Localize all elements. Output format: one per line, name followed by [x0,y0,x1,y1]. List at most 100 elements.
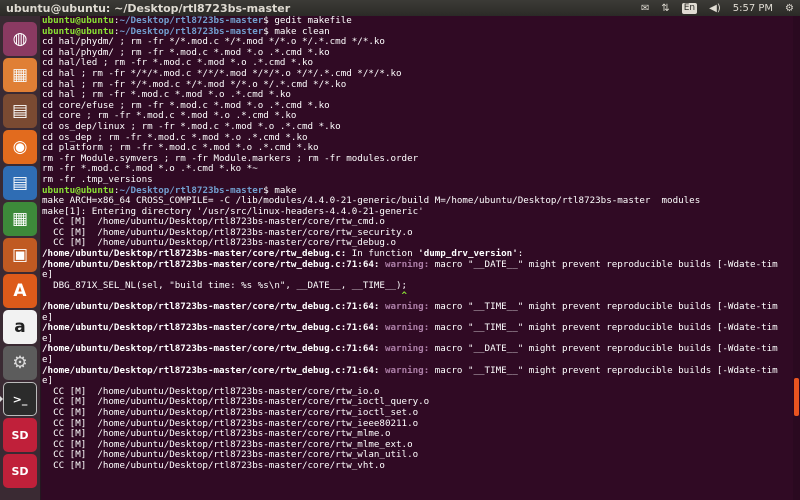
terminal-text: e] [42,269,54,281]
keyboard-layout-indicator[interactable]: En [676,0,703,16]
terminal-text: CC [M] /home/ubuntu/Desktop/rtl8723bs-ma… [42,237,397,249]
libreoffice-writer-icon: ▤ [11,173,29,193]
terminal-text: /home/ubuntu/Desktop/rtl8723bs-master/co… [42,301,380,313]
terminal-text: CC [M] /home/ubuntu/Desktop/rtl8723bs-ma… [42,417,419,429]
sd-card-icon-2: SD [11,464,29,478]
terminal-text: In function [346,248,419,260]
terminal-text: macro "__TIME__" might prevent reproduci… [429,301,778,313]
launcher-libreoffice-writer[interactable]: ▤ [3,166,37,200]
warning-label: warning: [384,343,430,355]
launcher-sd-card[interactable]: SD [3,418,37,452]
window-title: ubuntu@ubuntu: ~/Desktop/rtl8723bs-maste… [6,1,291,15]
launcher-terminal[interactable]: >_ [0,382,37,416]
terminal-text: cd platform ; rm -fr *.mod.c *.mod *.o .… [42,142,319,154]
terminal-text: macro "__DATE__" might prevent reproduci… [429,258,778,270]
clock[interactable]: 5:57 PM [727,0,779,16]
terminal-text: cd os_dep/linux ; rm -fr *.mod.c *.mod *… [42,120,341,132]
launcher-dash-home[interactable]: ◍ [3,22,37,56]
files-icon: ▤ [11,101,29,121]
network-icon[interactable]: ⇅ [655,0,675,16]
terminal-text: rm -fr *.mod.c *.mod *.o .*.cmd *.ko *~ [42,163,258,175]
terminal-text: /home/ubuntu/Desktop/rtl8723bs-master/co… [42,343,380,355]
sd-card-icon: SD [11,428,29,442]
terminal-text: $ make clean [263,25,330,37]
prompt-path: ~/Desktop/rtl8723bs-master [119,25,264,37]
terminal-text: e] [42,375,54,387]
terminal-line: CC [M] /home/ubuntu/Desktop/rtl8723bs-ma… [42,459,793,472]
terminal-text: $ make [263,184,297,196]
system-settings-icon: ⚙ [12,353,28,373]
terminal-text: 'dump_drv_version' [418,248,518,260]
terminal-text: CC [M] /home/ubuntu/Desktop/rtl8723bs-ma… [42,226,413,238]
launcher-libreoffice-calc[interactable]: ▦ [3,202,37,236]
terminal-text: cd hal ; rm -fr *.mod.c *.mod *.o .*.cmd… [42,89,291,101]
mail-icon[interactable]: ✉ [635,0,655,16]
terminal-text: macro "__TIME__" might prevent reproduci… [429,364,778,376]
scrollbar-thumb[interactable] [794,378,799,416]
terminal-text: $ gedit makefile [263,16,352,26]
prompt-user-host: ubuntu@ubuntu [42,16,114,26]
terminal-text: CC [M] /home/ubuntu/Desktop/rtl8723bs-ma… [42,438,413,450]
terminal-text: CC [M] /home/ubuntu/Desktop/rtl8723bs-ma… [42,385,380,397]
terminal-text: cd core/efuse ; rm -fr *.mod.c *.mod *.o… [42,99,330,111]
terminal-text: cd hal/led ; rm -fr *.mod.c *.mod *.o .*… [42,57,314,69]
firefox-icon: ◉ [12,137,28,157]
terminal-window[interactable]: ubuntu@ubuntu: ~/Desktop/rtl8723bs-master… [41,16,793,500]
launcher-amazon[interactable]: a [3,310,37,344]
terminal-line: /home/ubuntu/Desktop/rtl8723bs-master/co… [42,301,793,313]
terminal-text: rm -fr Module.symvers ; rm -fr Module.ma… [42,152,419,164]
dash-home-icon: ◍ [12,29,28,49]
active-indicator [0,396,3,402]
terminal-output: ubuntu@ubuntu: ~/Desktop/rtl8723bs-master… [41,16,793,472]
terminal-icon: >_ [12,392,28,406]
volume-icon[interactable]: ◀) [703,0,727,16]
terminal-text: e] [42,354,54,365]
prompt-path: ~/Desktop/rtl8723bs-master [119,16,264,26]
terminal-scrollbar[interactable] [793,16,800,500]
libreoffice-impress-icon: ▣ [11,245,29,265]
terminal-text: cd hal ; rm -fr */*/*.mod.c */*/*.mod */… [42,67,402,79]
terminal-text: /home/ubuntu/Desktop/rtl8723bs-master/co… [42,248,347,260]
launcher-system-settings[interactable]: ⚙ [3,346,37,380]
terminal-text: make ARCH=x86_64 CROSS_COMPILE= -C /lib/… [42,195,701,207]
terminal-line: /home/ubuntu/Desktop/rtl8723bs-master/co… [42,258,793,271]
terminal-text: CC [M] /home/ubuntu/Desktop/rtl8723bs-ma… [42,396,430,408]
terminal-text: CC [M] /home/ubuntu/Desktop/rtl8723bs-ma… [42,459,385,471]
warning-label: warning: [384,301,430,313]
terminal-text: cd hal/phydm/ ; rm -fr */*.mod.c */*.mod… [42,36,385,48]
terminal-text: e] [42,332,54,344]
top-panel: ubuntu@ubuntu: ~/Desktop/rtl8723bs-maste… [0,0,800,16]
prompt-user-host: ubuntu@ubuntu [42,184,114,196]
terminal-text: /home/ubuntu/Desktop/rtl8723bs-master/co… [42,322,380,334]
amazon-icon: a [14,317,26,337]
terminal-line: /home/ubuntu/Desktop/rtl8723bs-master/co… [42,344,793,355]
terminal-text: CC [M] /home/ubuntu/Desktop/rtl8723bs-ma… [42,449,419,461]
launcher-firefox[interactable]: ◉ [3,130,37,164]
terminal-text: e] [42,311,54,323]
terminal-text: cd hal ; rm -fr */*.mod.c */*.mod */*.o … [42,78,347,90]
terminal-text: rm -fr .tmp_versions [42,173,153,185]
terminal-text: CC [M] /home/ubuntu/Desktop/rtl8723bs-ma… [42,428,391,440]
warning-label: warning: [384,364,430,376]
terminal-line: rm -fr *.mod.c *.mod *.o .*.cmd *.ko *~ [42,164,793,175]
terminal-text: CC [M] /home/ubuntu/Desktop/rtl8723bs-ma… [42,216,385,228]
launcher-ubuntu-software[interactable]: A [3,274,37,308]
settings-gear-icon[interactable]: ⚙ [779,0,800,16]
launcher-files[interactable]: ▤ [3,94,37,128]
terminal-text: cd hal/phydm/ ; rm -fr *.mod.c *.mod *.o… [42,46,330,58]
prompt-path: ~/Desktop/rtl8723bs-master [119,184,264,196]
launcher: ◍ ▦ ▤ ◉ ▤ ▦ ▣ Aa ⚙ >_ SD SD [0,16,41,500]
terminal-line: /home/ubuntu/Desktop/rtl8723bs-master/co… [42,364,793,377]
launcher-system-installer[interactable]: ▦ [3,58,37,92]
terminal-text: make[1]: Entering directory '/usr/src/li… [42,205,424,217]
terminal-text: CC [M] /home/ubuntu/Desktop/rtl8723bs-ma… [42,406,419,418]
terminal-text: macro "__TIME__" might prevent reproduci… [429,322,778,334]
launcher-sd-card-2[interactable]: SD [3,454,37,488]
terminal-text: DBG_871X_SEL_NL(sel, "build time: %s %s\… [42,279,408,291]
launcher-libreoffice-impress[interactable]: ▣ [3,238,37,272]
terminal-text: /home/ubuntu/Desktop/rtl8723bs-master/co… [42,364,380,376]
system-installer-icon: ▦ [11,65,29,85]
ubuntu-software-icon: A [13,281,27,301]
terminal-line: /home/ubuntu/Desktop/rtl8723bs-master/co… [42,322,793,334]
